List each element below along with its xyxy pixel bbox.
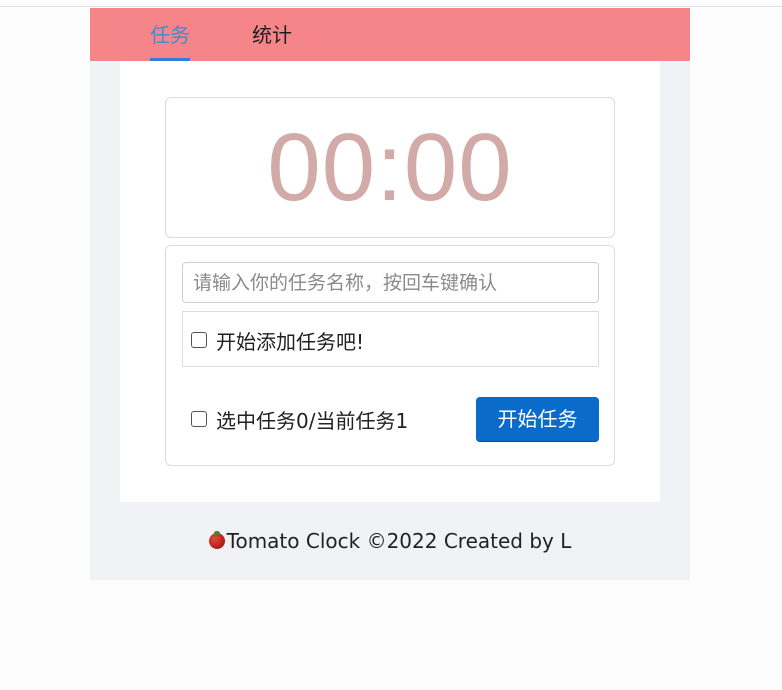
task-item: 开始添加任务吧! — [191, 312, 364, 368]
task-list: 开始添加任务吧! — [182, 311, 599, 367]
tab-statistics[interactable]: 统计 — [252, 8, 292, 61]
nav-header: 任务 统计 — [90, 8, 690, 61]
page-footer: Tomato Clock ©2022 Created by L — [90, 526, 690, 556]
task-item-label: 开始添加任务吧! — [216, 329, 365, 354]
select-all-checkbox[interactable] — [191, 411, 207, 427]
timer-display: 00:00 — [267, 114, 513, 221]
footer-text: Tomato Clock ©2022 Created by L — [226, 529, 572, 553]
tomato-clock-app: 任务 统计 00:00 开始添加任务吧! 选中任务0/当前任务1 开始任务 To… — [90, 8, 690, 580]
task-card: 开始添加任务吧! 选中任务0/当前任务1 开始任务 — [165, 245, 615, 466]
task-summary-label: 选中任务0/当前任务1 — [216, 408, 409, 433]
task-name-input[interactable] — [182, 262, 599, 303]
task-item-checkbox[interactable] — [191, 332, 207, 348]
main-content: 00:00 开始添加任务吧! 选中任务0/当前任务1 开始任务 — [120, 61, 660, 502]
start-task-button[interactable]: 开始任务 — [476, 397, 599, 441]
task-summary: 选中任务0/当前任务1 — [191, 396, 408, 442]
tomato-icon — [208, 531, 225, 549]
timer-card: 00:00 — [165, 97, 615, 238]
tab-tasks[interactable]: 任务 — [150, 8, 190, 61]
browser-top-border — [0, 6, 782, 7]
